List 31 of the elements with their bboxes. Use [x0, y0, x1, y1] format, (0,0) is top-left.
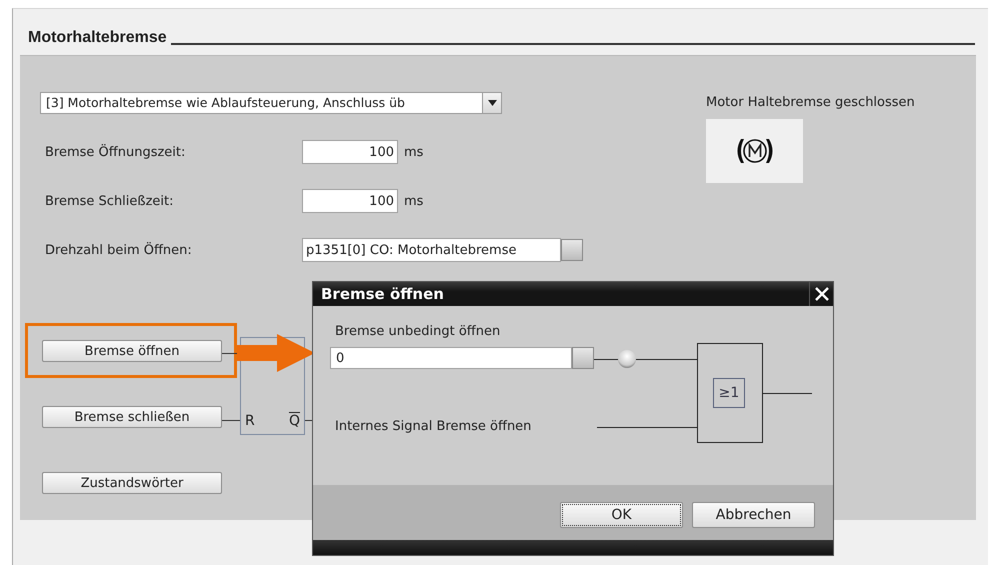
close-icon	[814, 286, 830, 302]
connector-line	[222, 420, 240, 421]
number-field[interactable]: 100	[302, 189, 398, 213]
value-field[interactable]: 0	[330, 347, 572, 369]
negation-circle	[618, 350, 636, 368]
connector-field[interactable]: p1351[0] CO: Motorhaltebremse	[302, 238, 561, 262]
input-label: Bremse unbedingt öffnen	[335, 324, 502, 340]
action-button[interactable]: Zustandswörter	[42, 472, 222, 494]
caret-icon	[488, 100, 496, 106]
section-title: Motorhaltebremse	[28, 29, 167, 47]
gate-symbol: ≥1	[713, 378, 745, 408]
signal-label: Internes Signal Bremse öffnen	[335, 419, 532, 434]
status-text: Motor Haltebremse geschlossen	[706, 95, 915, 110]
dialog-button[interactable]: OK	[560, 502, 683, 528]
unit-label: ms	[404, 144, 424, 160]
mode-dropdown[interactable]: [3] Motorhaltebremse wie Ablaufsteuerung, Anschluss üb	[40, 92, 502, 114]
browse-button[interactable]	[572, 347, 594, 369]
connector-line	[594, 359, 618, 360]
action-button[interactable]: Bremse schließen	[42, 406, 222, 428]
number-field[interactable]: 100	[302, 140, 398, 164]
motor-brake-icon	[734, 136, 774, 166]
output-label: Q	[288, 413, 300, 429]
action-button[interactable]: Bremse öffnen	[42, 340, 222, 362]
field-label: Bremse Öffnungszeit:	[44, 144, 186, 160]
unit-label: ms	[404, 194, 424, 208]
dialog-title: Bremse öffnen	[320, 285, 444, 303]
dialog-button[interactable]: Abbrechen	[692, 502, 815, 528]
browse-button[interactable]	[561, 239, 583, 261]
field-label: Bremse Schließzeit:	[44, 194, 175, 208]
reset-label: R	[245, 413, 255, 429]
field-label: Drehzahl beim Öffnen:	[44, 242, 193, 258]
